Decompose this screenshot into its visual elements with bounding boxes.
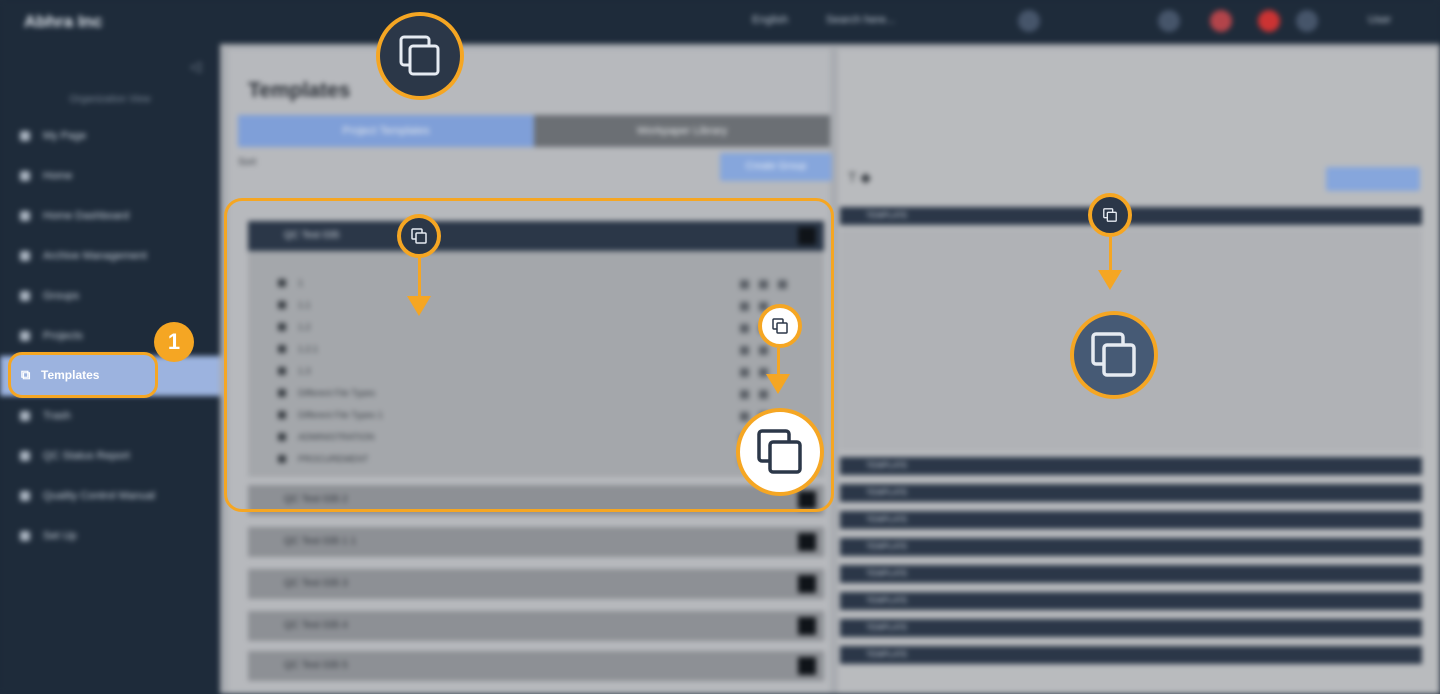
detail-section-header[interactable]: TEMPLATE [840, 457, 1422, 475]
tab-workpaper-library[interactable]: Workpaper Library [534, 115, 830, 147]
groups-icon [20, 291, 30, 301]
brand-name: Abhra Inc [24, 12, 103, 31]
trash-icon [20, 411, 30, 421]
copy-icon [1070, 311, 1158, 399]
archive-icon [20, 251, 30, 261]
language-selector[interactable]: English [752, 14, 788, 26]
app-root: Abhra Inc English Search here... User ◁ … [0, 0, 1440, 694]
arrow-pointer [1098, 270, 1122, 290]
org-icon[interactable] [1018, 10, 1040, 32]
tab-project-templates[interactable]: Project Templates [238, 115, 534, 147]
detail-section-header[interactable]: TEMPLATE [840, 538, 1422, 556]
sidebar-item-groups[interactable]: Groups [0, 276, 220, 316]
detail-section-header[interactable]: TEMPLATE [840, 511, 1422, 529]
sidebar-item-my-page[interactable]: My Page [0, 116, 220, 156]
template-header[interactable]: QC Test 035 1 1 [248, 527, 824, 557]
help-icon[interactable] [1296, 10, 1318, 32]
copy-icon[interactable] [397, 214, 441, 258]
template-header[interactable]: QC Test 035 3 [248, 569, 824, 599]
projects-icon [20, 331, 30, 341]
arrow-pointer [777, 348, 780, 374]
detail-section-header[interactable]: TEMPLATE [840, 619, 1422, 637]
arrow-pointer [1109, 237, 1112, 271]
menu-icon[interactable] [798, 617, 816, 635]
tab-bar: Project Templates Workpaper Library [238, 115, 830, 147]
home-icon[interactable] [1158, 10, 1180, 32]
flag-icon[interactable] [1210, 10, 1232, 32]
detail-section-header[interactable]: TEMPLATE [840, 646, 1422, 664]
copy-icon[interactable] [1088, 193, 1132, 237]
sidebar-org-label: Organization View [69, 94, 151, 105]
sidebar-item-trash[interactable]: Trash [0, 396, 220, 436]
menu-icon[interactable] [798, 533, 816, 551]
sort-control[interactable]: Sort [238, 157, 256, 168]
dashboard-icon [20, 211, 30, 221]
templates-icon: ⧉ [21, 367, 31, 382]
copy-icon[interactable] [758, 304, 802, 348]
create-group-button[interactable]: Create Group [720, 153, 832, 181]
detail-section-header[interactable]: TEMPLATE [840, 484, 1422, 502]
manual-icon [20, 491, 30, 501]
sidebar-item-home[interactable]: Home [0, 156, 220, 196]
sidebar-item-home-dashboard[interactable]: Home Dashboard [0, 196, 220, 236]
home-icon [20, 171, 30, 181]
sidebar-item-templates[interactable]: ⧉ Templates [8, 352, 158, 398]
sidebar-item-archive[interactable]: Archive Management [0, 236, 220, 276]
sidebar-item-qc-status[interactable]: QC Status Report [0, 436, 220, 476]
arrow-pointer [766, 374, 790, 394]
search-input[interactable]: Search here... [826, 14, 895, 26]
menu-icon[interactable] [798, 575, 816, 593]
settings-icon [20, 531, 30, 541]
detail-section-header[interactable]: TEMPLATE [840, 565, 1422, 583]
template-header[interactable]: QC Test 035 4 [248, 611, 824, 641]
arrow-pointer [407, 296, 431, 316]
report-icon [20, 451, 30, 461]
user-menu[interactable]: User [1368, 14, 1391, 26]
sidebar-item-qc-manual[interactable]: Quality Control Manual [0, 476, 220, 516]
copy-icon [736, 408, 824, 496]
detail-action-button[interactable] [1326, 167, 1420, 191]
menu-icon[interactable] [798, 657, 816, 675]
arrow-pointer [418, 258, 421, 296]
step-badge: 1 [154, 322, 194, 362]
sidebar-item-setup[interactable]: Set Up [0, 516, 220, 556]
topbar: Abhra Inc English Search here... User [0, 0, 1440, 44]
detail-section-header[interactable]: TEMPLATE [840, 592, 1422, 610]
page-title: Templates [248, 79, 351, 102]
bell-icon[interactable] [1258, 10, 1280, 32]
collapse-icon[interactable]: ◁ [190, 58, 201, 75]
page-icon [20, 131, 30, 141]
copy-icon [376, 12, 464, 100]
template-header[interactable]: QC Test 035 5 [248, 651, 824, 681]
detail-title: T ◆ [848, 169, 871, 185]
